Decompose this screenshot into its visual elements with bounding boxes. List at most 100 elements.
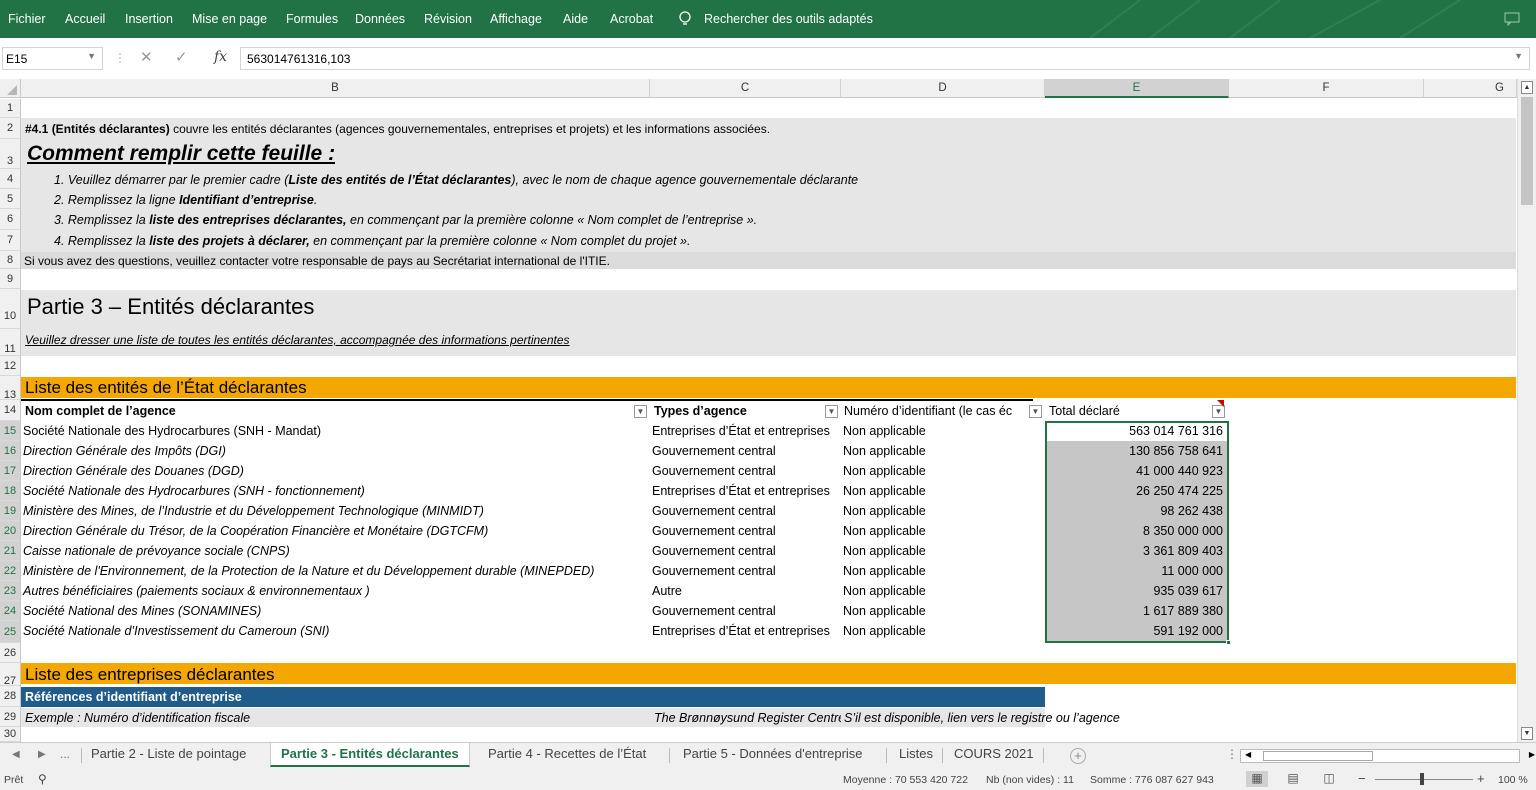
total-cell[interactable]: 8 350 000 000 [1045,521,1229,541]
row-header[interactable]: 13 [0,376,21,401]
filter-dropdown-icon[interactable]: ▼ [825,405,838,418]
identifier-cell[interactable]: Non applicable [841,621,1045,641]
scroll-right-icon[interactable]: ▶ [1529,750,1535,759]
tab-partie-2[interactable]: Partie 2 - Liste de pointage [81,743,256,767]
row-header[interactable]: 9 [0,269,21,289]
tab-cours-2021[interactable]: COURS 2021 [944,743,1043,767]
scroll-thumb[interactable] [1521,97,1533,205]
row-header[interactable]: 26 [0,643,21,663]
total-cell[interactable]: 41 000 440 923 [1045,461,1229,481]
row-header[interactable]: 8 [0,251,21,269]
row-header[interactable]: 18 [0,481,21,501]
filter-dropdown-icon[interactable]: ▼ [1029,405,1042,418]
row-header[interactable]: 4 [0,169,21,189]
filter-dropdown-icon[interactable]: ▼ [634,405,647,418]
status-count[interactable]: Nb (non vides) : 11 [986,774,1074,786]
vertical-scrollbar[interactable]: ▲ ▼ [1517,79,1536,742]
identifier-cell[interactable]: Non applicable [841,541,1045,561]
agency-type-cell[interactable]: Gouvernement central [650,521,841,541]
identifier-cell[interactable]: Non applicable [841,461,1045,481]
menu-mise-en-page[interactable]: Mise en page [192,12,267,26]
identifier-cell[interactable]: Non applicable [841,421,1045,441]
agency-type-cell[interactable]: Gouvernement central [650,501,841,521]
identifier-cell[interactable]: Non applicable [841,501,1045,521]
zoom-slider-thumb[interactable] [1420,773,1424,785]
row-header[interactable]: 10 [0,289,21,329]
total-cell[interactable]: 3 361 809 403 [1045,541,1229,561]
row-header[interactable]: 25 [0,621,21,643]
identifier-cell[interactable]: Non applicable [841,561,1045,581]
scroll-up-icon[interactable]: ▲ [1521,81,1533,94]
scroll-down-icon[interactable]: ▼ [1521,727,1533,740]
agency-name-cell[interactable]: Caisse nationale de prévoyance sociale (… [21,541,650,561]
menu-donnees[interactable]: Données [355,12,405,26]
chevron-down-icon[interactable]: ▼ [87,51,96,61]
menu-insertion[interactable]: Insertion [125,12,173,26]
row-header[interactable]: 19 [0,501,21,521]
row-header[interactable]: 22 [0,561,21,581]
identifier-cell[interactable]: Non applicable [841,441,1045,461]
row-header[interactable]: 14 [0,400,21,421]
select-all-corner[interactable] [0,79,21,98]
agency-type-cell[interactable]: Gouvernement central [650,561,841,581]
column-header-c[interactable]: C [650,79,841,98]
cancel-icon[interactable]: ✕ [140,48,153,66]
scroll-left-icon[interactable]: ◀ [1245,750,1251,759]
agency-type-cell[interactable]: Gouvernement central [650,541,841,561]
row-header[interactable]: 30 [0,727,21,742]
agency-type-cell[interactable]: Gouvernement central [650,601,841,621]
agency-type-cell[interactable]: Entreprises d’État et entreprises [650,421,841,441]
tab-next-icon[interactable]: ▶ [38,749,46,760]
row-header[interactable]: 3 [0,139,21,169]
tab-more[interactable]: ... [60,747,70,761]
row-header[interactable]: 16 [0,441,21,461]
column-header-d[interactable]: D [841,79,1045,98]
total-cell[interactable]: 591 192 000 [1045,621,1229,641]
status-average[interactable]: Moyenne : 70 553 420 722 [843,774,968,786]
row-header[interactable]: 1 [0,99,21,118]
identifier-cell[interactable]: Non applicable [841,601,1045,621]
add-sheet-icon[interactable]: + [1070,748,1086,764]
row-header[interactable]: 7 [0,230,21,251]
identifier-cell[interactable]: Non applicable [841,481,1045,501]
horizontal-scrollbar[interactable]: ◀ ▶ [1240,749,1535,763]
spreadsheet-grid[interactable]: 1 2 3 4 5 6 7 8 9 10 11 12 13 14 15 16 17 18 19 20 21 22 23 24 2… [0,99,1516,742]
identifier-cell[interactable]: Non applicable [841,521,1045,541]
zoom-in-icon[interactable]: + [1477,771,1485,786]
total-cell[interactable]: 563 014 761 316 [1045,421,1229,441]
row-header[interactable]: 17 [0,461,21,481]
row-header[interactable]: 20 [0,521,21,541]
zoom-slider[interactable] [1375,779,1473,780]
menu-affichage[interactable]: Affichage [490,12,542,26]
identifier-cell[interactable]: Non applicable [841,581,1045,601]
accessibility-icon[interactable]: ⚲ [38,772,47,786]
menu-fichier[interactable]: Fichier [8,12,46,26]
tab-listes[interactable]: Listes [889,743,943,767]
horizontal-scroll-thumb[interactable] [1263,751,1373,761]
tab-prev-icon[interactable]: ◀ [12,749,20,760]
agency-type-cell[interactable]: Entreprises d’État et entreprises [650,621,841,641]
status-sum[interactable]: Somme : 776 087 627 943 [1090,774,1214,786]
page-layout-icon[interactable]: ▤ [1282,771,1304,787]
page-break-icon[interactable]: ◫ [1318,771,1340,787]
normal-view-icon[interactable]: ▦ [1246,771,1268,787]
row-header[interactable]: 15 [0,421,21,441]
agency-type-cell[interactable]: Gouvernement central [650,441,841,461]
total-cell[interactable]: 130 856 758 641 [1045,441,1229,461]
total-cell[interactable]: 11 000 000 [1045,561,1229,581]
column-header-g[interactable]: G [1424,79,1517,98]
agency-name-cell[interactable]: Autres bénéficiaires (paiements sociaux … [21,581,650,601]
comments-icon[interactable] [1504,12,1520,26]
agency-name-cell[interactable]: Société Nationale des Hydrocarbures (SNH… [21,481,650,501]
row-header[interactable]: 21 [0,541,21,561]
total-cell[interactable]: 935 039 617 [1045,581,1229,601]
agency-type-cell[interactable]: Autre [650,581,841,601]
row-header[interactable]: 12 [0,356,21,376]
agency-type-cell[interactable]: Gouvernement central [650,461,841,481]
column-header-e[interactable]: E [1045,79,1229,98]
confirm-icon[interactable]: ✓ [175,48,188,66]
menu-formules[interactable]: Formules [286,12,338,26]
row-header[interactable]: 23 [0,581,21,601]
menu-acrobat[interactable]: Acrobat [610,12,653,26]
total-cell[interactable]: 98 262 438 [1045,501,1229,521]
